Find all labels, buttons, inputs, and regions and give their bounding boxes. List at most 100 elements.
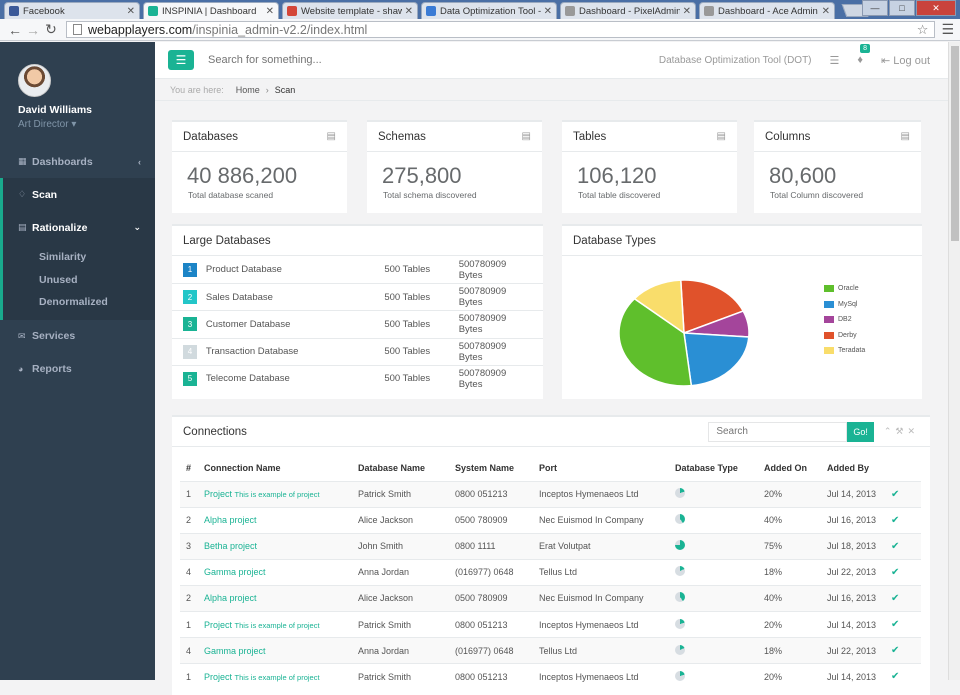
connection-name[interactable]: Alpha project xyxy=(204,515,257,525)
added-by: Jul 14, 2013 xyxy=(821,610,885,638)
connections-table: # Connection Name Database Name System Name… xyxy=(180,455,921,690)
connection-name-cell[interactable]: Betha project xyxy=(198,532,352,560)
window-close-button[interactable]: ✕ xyxy=(916,0,956,16)
db-tables: 500 Tables xyxy=(384,373,431,385)
legend-label: DB2 xyxy=(838,316,852,324)
connection-name[interactable]: Gamma project xyxy=(204,567,266,577)
scrollbar-thumb[interactable] xyxy=(951,46,959,241)
sidebar-subitem-similarity[interactable]: Similarity xyxy=(3,246,155,269)
browser-tab[interactable]: INSPINIA | Dashboard ✕ xyxy=(143,2,279,19)
tab-close-icon[interactable]: ✕ xyxy=(544,6,552,17)
tab-title: Dashboard - Ace Admin xyxy=(718,5,818,17)
connection-name-cell[interactable]: Project This is example of project xyxy=(198,610,352,638)
sidebar-item-scan[interactable]: ♢ Scan xyxy=(0,178,155,211)
stat-label: Total table discovered xyxy=(578,190,661,200)
list-icon[interactable]: ▤ xyxy=(327,131,336,142)
browser-tab[interactable]: Facebook ✕ xyxy=(4,2,140,19)
minimize-button[interactable]: — xyxy=(862,0,888,16)
go-button[interactable]: Go! xyxy=(847,421,874,442)
menu-toggle-button[interactable]: ☰ xyxy=(168,50,194,70)
added-by: Jul 18, 2013 xyxy=(821,532,885,560)
sidebar-subitem-denormalized[interactable]: Denormalized xyxy=(3,291,155,314)
column-header[interactable]: Added On xyxy=(758,455,821,482)
avatar[interactable] xyxy=(18,64,51,97)
sidebar-item-reports[interactable]: ◕ Reports xyxy=(0,353,155,386)
table-row[interactable]: 2 Alpha project Alice Jackson 0500 780909 N… xyxy=(180,506,921,534)
tab-close-icon[interactable]: ✕ xyxy=(127,6,135,17)
bookmark-star-icon[interactable]: ☆ xyxy=(917,22,929,38)
list-icon[interactable]: ▤ xyxy=(522,131,531,142)
tab-close-icon[interactable]: ✕ xyxy=(822,6,830,17)
table-row[interactable]: 3 Betha project John Smith 0800 1111 Erat V… xyxy=(180,532,921,560)
column-header[interactable]: # xyxy=(180,455,198,482)
tab-close-icon[interactable]: ✕ xyxy=(405,6,413,17)
tab-close-icon[interactable]: ✕ xyxy=(266,6,274,17)
table-row[interactable]: 4 Gamma project Anna Jordan (016977) 0648 T… xyxy=(180,558,921,586)
connections-search-input[interactable] xyxy=(708,421,848,442)
added-by: Jul 14, 2013 xyxy=(821,663,885,690)
reload-icon[interactable]: ↻ xyxy=(42,21,60,38)
table-row[interactable]: 1 Project This is example of project Patri… xyxy=(180,663,921,690)
column-header[interactable]: Port xyxy=(533,455,669,482)
connection-name-cell[interactable]: Project This is example of project xyxy=(198,663,352,690)
status-cell: ✔ xyxy=(885,532,921,560)
connection-name[interactable]: Alpha project xyxy=(204,593,257,603)
maximize-button[interactable]: □ xyxy=(889,0,915,16)
table-row[interactable]: 2 Alpha project Alice Jackson 0500 780909 N… xyxy=(180,584,921,612)
connection-name[interactable]: Project xyxy=(204,672,232,682)
table-row[interactable]: 1 Project This is example of project Patri… xyxy=(180,480,921,508)
db-name: Transaction Database xyxy=(205,346,299,358)
column-header[interactable]: System Name xyxy=(449,455,533,482)
connection-name-cell[interactable]: Gamma project xyxy=(198,637,352,664)
browser-menu-icon[interactable]: ☰ xyxy=(941,21,954,38)
page-scrollbar[interactable] xyxy=(948,42,960,680)
panel-title: Large Databases xyxy=(183,234,271,247)
sidebar-item-dashboards[interactable]: ▦ Dashboards ‹ xyxy=(0,145,155,178)
sidebar-item-rationalize[interactable]: ▤ Rationalize ⌄ xyxy=(0,211,155,244)
column-header[interactable]: Database Type xyxy=(669,455,758,482)
forward-arrow-icon[interactable]: → xyxy=(24,22,42,38)
column-header[interactable]: Added By xyxy=(821,455,885,482)
table-row[interactable]: 4 Gamma project Anna Jordan (016977) 0648 T… xyxy=(180,637,921,664)
chevron-up-icon[interactable]: ⌃ xyxy=(884,426,896,436)
sidebar-item-services[interactable]: ✉ Services xyxy=(0,320,155,353)
connection-name[interactable]: Gamma project xyxy=(204,646,266,656)
connection-name-cell[interactable]: Alpha project xyxy=(198,506,352,534)
connection-name[interactable]: Betha project xyxy=(204,541,257,551)
browser-tab[interactable]: Dashboard - PixelAdmin ✕ xyxy=(560,2,696,19)
connection-name-cell[interactable]: Gamma project xyxy=(198,558,352,586)
wrench-icon[interactable]: ⚒ xyxy=(895,426,907,436)
sidebar-subitem-unused[interactable]: Unused xyxy=(3,269,155,292)
profile-name[interactable]: David Williams xyxy=(18,104,155,116)
url-input[interactable]: webapplayers.com/inspinia_admin-v2.2/ind… xyxy=(66,21,936,38)
connection-name[interactable]: Project xyxy=(204,620,232,630)
envelope-icon: ✉ xyxy=(18,330,26,341)
logout-link[interactable]: ⇤ Log out xyxy=(881,54,930,67)
list-icon[interactable]: ☰ xyxy=(830,54,840,67)
top-search-input[interactable] xyxy=(208,54,408,66)
column-header[interactable]: Database Name xyxy=(352,455,449,482)
breadcrumb-home[interactable]: Home xyxy=(236,85,260,95)
browser-tab[interactable]: Dashboard - Ace Admin ✕ xyxy=(699,2,835,19)
table-row[interactable]: 1 Project This is example of project Patri… xyxy=(180,610,921,638)
db-bytes: 500780909 Bytes xyxy=(458,286,507,309)
list-icon[interactable]: ▤ xyxy=(901,131,910,142)
back-arrow-icon[interactable]: ← xyxy=(6,22,24,38)
port: Nec Euismod In Company xyxy=(533,506,669,534)
connection-name-cell[interactable]: Project This is example of project xyxy=(198,480,352,508)
list-icon[interactable]: ▤ xyxy=(717,131,726,142)
browser-tab[interactable]: Website template - shaw ✕ xyxy=(282,2,418,19)
tab-close-icon[interactable]: ✕ xyxy=(683,6,691,17)
connection-name[interactable]: Project xyxy=(204,489,232,499)
close-icon[interactable]: ✕ xyxy=(907,426,919,436)
bell-icon[interactable]: ♦ 8 xyxy=(857,44,871,66)
column-header[interactable]: Connection Name xyxy=(198,455,352,482)
connection-name-cell[interactable]: Alpha project xyxy=(198,584,352,612)
pie-slice-mysql[interactable] xyxy=(683,332,750,387)
tab-title: INSPINIA | Dashboard xyxy=(162,5,257,17)
system-name: 0800 051213 xyxy=(449,480,533,508)
profile-role[interactable]: Art Director ▾ xyxy=(18,119,155,130)
stat-label: Total Column discovered xyxy=(770,190,864,200)
sidebar-nav-lower: ✉ Services ◕ Reports xyxy=(0,320,155,386)
browser-tab[interactable]: Data Optimization Tool - ✕ xyxy=(421,2,557,19)
